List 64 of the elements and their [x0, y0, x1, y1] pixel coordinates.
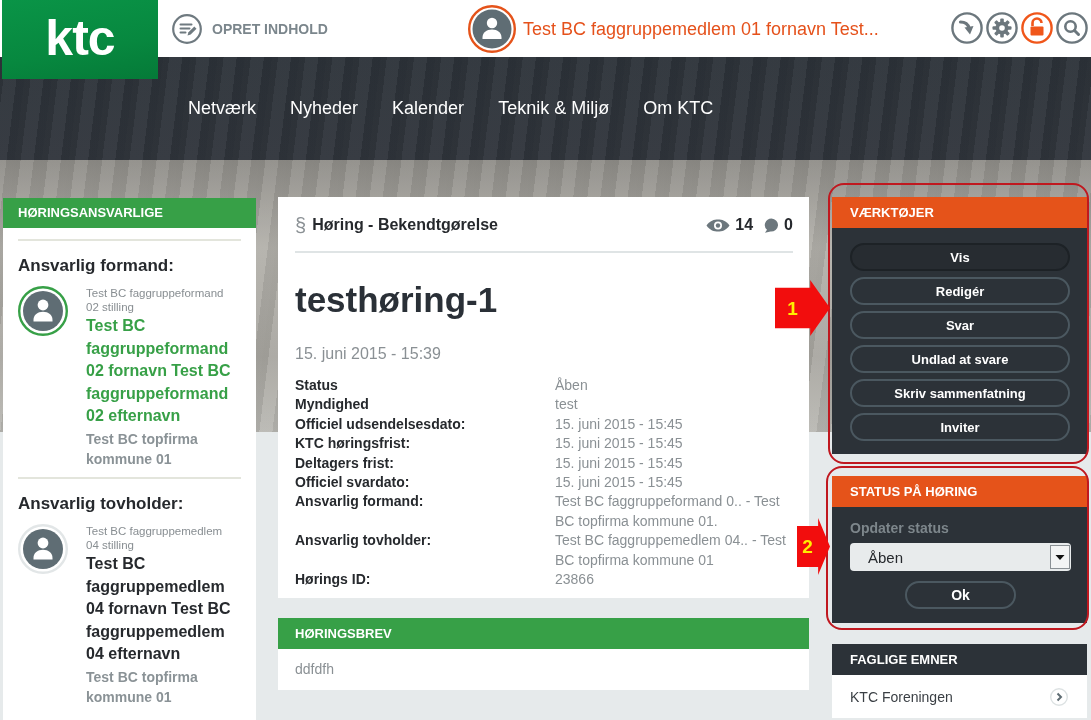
- caret-icon[interactable]: [1050, 545, 1070, 569]
- detail-label: Officiel udsendelsesdato:: [295, 414, 467, 434]
- nav-link[interactable]: Teknik & Miljø: [498, 98, 610, 119]
- detail-label: Officiel svardato:: [295, 473, 411, 493]
- article-title: testhøring-1: [295, 280, 498, 320]
- detail-value: 15. juni 2015 - 15:45: [555, 473, 684, 493]
- detail-label: Ansvarlig tovholder:: [295, 531, 433, 551]
- detail-value: 23866: [555, 570, 595, 590]
- panel-heading: HØRINGSANSVARLIGE: [3, 198, 256, 228]
- letter-text: ddfdfh: [295, 661, 334, 678]
- topic-link[interactable]: KTC Foreningen: [832, 675, 1087, 718]
- comment-bubble-icon: [764, 217, 780, 233]
- tool-button[interactable]: Svar: [850, 311, 1070, 339]
- panel-heading: FAGLIGE EMNER: [832, 644, 1087, 675]
- user-name-link[interactable]: Test BC faggruppemedlem 01 fornavn Test...: [522, 18, 879, 40]
- padlock-icon[interactable]: [1021, 12, 1053, 44]
- eye-icon: [706, 218, 731, 232]
- ktc-logo[interactable]: ktc: [2, 0, 158, 79]
- nav-link[interactable]: Netværk: [188, 98, 256, 119]
- settings-icon[interactable]: [986, 12, 1018, 44]
- ok-button[interactable]: Ok: [905, 581, 1016, 609]
- detail-value: Test BC faggruppemedlem 04.. - Test BC topfirma kommune 01: [555, 531, 787, 570]
- detail-label: Deltagers frist:: [295, 453, 395, 473]
- chevron-right-icon: [1050, 687, 1068, 706]
- panel-heading: STATUS PÅ HØRING: [832, 476, 1087, 507]
- person-position: Test BC faggruppemedlem 04 stilling: [86, 523, 224, 552]
- person-organization: Test BC topfirma kommune 01: [86, 429, 199, 469]
- group-heading: Ansvarlig tovholder:: [18, 492, 185, 515]
- tool-button[interactable]: Redigér: [850, 277, 1070, 305]
- note-pencil-icon: [172, 14, 202, 44]
- user-avatar-icon[interactable]: [467, 5, 516, 53]
- detail-label: Hørings ID:: [295, 570, 372, 590]
- group-heading: Ansvarlig formand:: [18, 255, 175, 277]
- panel-heading: VÆRKTØJER: [832, 197, 1087, 228]
- detail-value: Test BC faggruppeformand 0.. - Test BC topfirma kommune 01.: [555, 492, 781, 531]
- detail-value: 15. juni 2015 - 15:45: [555, 414, 684, 434]
- nav-link[interactable]: Nyheder: [290, 98, 359, 119]
- nav-link[interactable]: Om KTC: [643, 98, 714, 119]
- nav-link[interactable]: Kalender: [392, 98, 465, 119]
- detail-label: Status: [295, 376, 339, 395]
- article-type: Høring - Bekendtgørelse: [312, 216, 498, 234]
- section-symbol: §: [295, 213, 307, 237]
- detail-label: Myndighed: [295, 395, 370, 415]
- field-label: Opdater status: [850, 519, 949, 537]
- detail-value: 15. juni 2015 - 15:45: [555, 453, 684, 473]
- tool-button[interactable]: Undlad at svare: [850, 345, 1070, 373]
- search-icon[interactable]: [1056, 12, 1088, 44]
- person-organization: Test BC topfirma kommune 01: [86, 667, 199, 707]
- panel-heading: HØRINGSBREV: [278, 618, 809, 650]
- detail-label: Ansvarlig formand:: [295, 492, 425, 512]
- tool-button[interactable]: Vis: [850, 243, 1070, 271]
- create-content-button[interactable]: OPRET INDHOLD: [172, 14, 328, 44]
- view-count: 14: [735, 216, 754, 234]
- tool-button[interactable]: Inviter: [850, 413, 1070, 441]
- detail-value: test: [555, 395, 579, 415]
- comment-count: 0: [784, 216, 793, 234]
- status-dropdown[interactable]: Åben: [850, 543, 1071, 571]
- detail-label: KTC høringsfrist:: [295, 434, 412, 454]
- tool-button[interactable]: Skriv sammenfatning: [850, 379, 1070, 407]
- person-position: Test BC faggruppeformand 02 stilling: [86, 286, 225, 314]
- person-name-link[interactable]: Test BC faggruppemedlem 04 fornavn Test BC faggruppemedlem 04 efternavn: [86, 552, 236, 666]
- detail-value: Åben: [555, 376, 589, 395]
- article-date: 15. juni 2015 - 15:39: [295, 344, 442, 364]
- detail-value: 15. juni 2015 - 15:45: [555, 434, 684, 454]
